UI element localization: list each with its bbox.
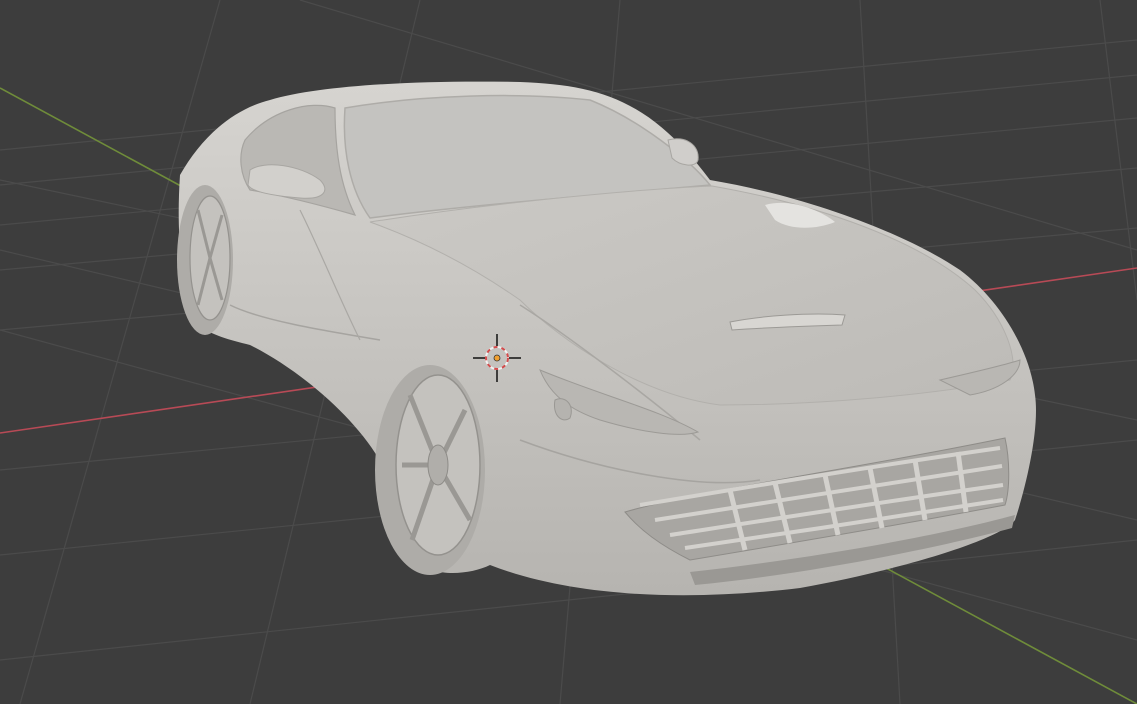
car-rear-wheel <box>177 185 233 335</box>
viewport-canvas[interactable] <box>0 0 1137 704</box>
3d-viewport[interactable] <box>0 0 1137 704</box>
car-front-wheel <box>375 365 485 575</box>
car-model[interactable] <box>177 81 1036 596</box>
